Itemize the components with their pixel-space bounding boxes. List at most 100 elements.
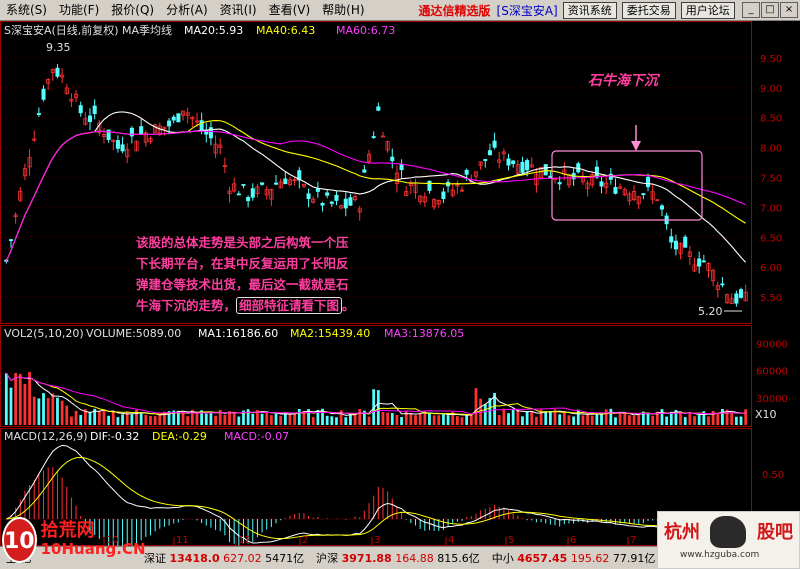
candle-body [599,181,604,187]
candle-body [176,113,181,123]
candle-body [390,156,395,162]
note-line: 该股的总体走势是头部之后构筑一个压 [136,235,349,250]
candle-body [41,88,46,100]
candle-body [55,67,60,77]
ma40-value: MA40:6.43 [256,24,315,37]
candle-body [167,120,172,127]
candle-body [139,126,144,134]
candle-body [492,140,497,148]
analysis-note: 该股的总体走势是头部之后构筑一个压 下长期平台，在其中反复运用了长阳反 弹建仓等… [136,232,436,316]
candle-body [613,186,618,194]
month-label: 3 [374,535,380,546]
macd-axis-tick: 0.50 [762,470,784,481]
month-label: 7 [630,535,636,546]
candle-body [362,169,367,173]
note-highlight: 细部特征请看下图 [236,297,343,314]
candle-body [543,164,548,176]
volume-value: VOLUME:5089.00 [86,327,181,340]
candle-body [36,113,41,115]
month-label: 4 [448,535,454,546]
candle-body [738,289,744,298]
month-label: 5 [508,535,514,546]
ma20-value: MA20:5.93 [184,24,243,37]
candle-body [78,105,83,114]
candle-body [246,197,251,202]
candle-body [320,202,325,206]
candle-body [273,182,279,185]
candle-body [659,205,665,210]
note-line: 下长期平台，在其中反复运用了长阳反 [136,256,349,271]
candle-body [520,161,525,173]
watermark-url: 10Huang.CN [40,540,146,558]
menu-analysis[interactable]: 分析(A) [160,0,214,21]
candle-body [236,193,241,196]
candle-body [8,239,14,242]
candle-body [464,169,469,175]
candle-body [306,193,311,199]
app-brand: 通达信精选版 [418,3,491,18]
price-axis-tick: 9.00 [760,84,782,95]
close-icon[interactable]: × [780,2,798,18]
price-axis-tick: 8.00 [760,144,782,155]
note-line: 弹建仓等技术出货，最后这一截就是石 [136,277,349,292]
menu-quote[interactable]: 报价(Q) [105,0,160,21]
candle-body [260,182,265,185]
forum-button[interactable]: 用户论坛 [680,1,735,19]
candle-body [427,180,432,191]
minimize-icon[interactable]: _ [742,2,760,18]
candle-body [683,236,688,248]
candle-body [241,184,246,186]
index-smallcap[interactable]: 中小 4657.45 195.62 77.91亿 [486,550,662,566]
macd-dea: DEA:-0.29 [152,430,207,443]
candle-body [87,115,93,122]
volume-ma3: MA3:13876.05 [384,327,464,340]
month-label: 11 [176,535,189,546]
price-axis-tick: 6.00 [760,263,782,274]
menu-function[interactable]: 功能(F) [53,0,105,21]
index-shenzhen[interactable]: 深证 13418.0 627.02 5471亿 [138,550,310,566]
candle-body [525,160,530,171]
indicator-name: MA季均线 [122,23,172,37]
macd-value: MACD:-0.07 [224,430,289,443]
volume-unit: X10 [755,408,777,421]
candle-body [329,201,334,204]
watermark-left: 10 拾荒网 10Huang.CN [2,514,146,566]
index-hushen[interactable]: 沪深 3971.88 164.88 815.6亿 [310,550,486,566]
menu-help[interactable]: 帮助(H) [316,0,370,21]
menu-system[interactable]: 系统(S) [0,0,53,21]
candle-body [701,260,706,263]
maximize-icon[interactable]: □ [761,2,779,18]
month-label: 2 [302,535,308,546]
info-system-button[interactable]: 资讯系统 [562,1,617,19]
candle-body [115,140,120,149]
macd-panel-title: MACD(12,26,9) [4,430,88,443]
candle-body [283,178,288,185]
candle-body [250,188,255,198]
candle-body [92,105,97,114]
price-axis-tick: 7.50 [760,174,782,185]
trade-button[interactable]: 委托交易 [621,1,676,19]
volume-axis-tick: 30000 [756,394,788,405]
menu-info[interactable]: 资讯(I) [214,0,263,21]
candle-body [334,194,339,201]
watermark-right-b: 股吧 [757,522,793,543]
candle-body [641,193,646,196]
candle-body [120,144,125,152]
volume-axis-tick: 60000 [756,367,788,378]
note-text: 牛海下沉的走势， [136,298,237,313]
volume-axis-tick: 90000 [756,340,788,351]
candle-body [343,198,348,209]
candle-body [399,164,404,171]
candle-body [129,127,134,137]
low-price-label: 5.20 [698,305,723,318]
high-price-label: 9.35 [46,41,71,54]
menu-bar: 系统(S) 功能(F) 报价(Q) 分析(A) 资讯(I) 查看(V) 帮助(H… [0,0,800,21]
candle-body [325,192,330,196]
note-line-last: 牛海下沉的走势， 细部特征请看下图。 [136,295,436,316]
candle-body [734,293,739,304]
volume-ma1: MA1:16186.60 [198,327,278,340]
menu-view[interactable]: 查看(V) [263,0,317,21]
candle-body [371,136,376,138]
current-stock: [S深宝安A] [496,3,558,18]
macd-dif: DIF:-0.32 [90,430,139,443]
